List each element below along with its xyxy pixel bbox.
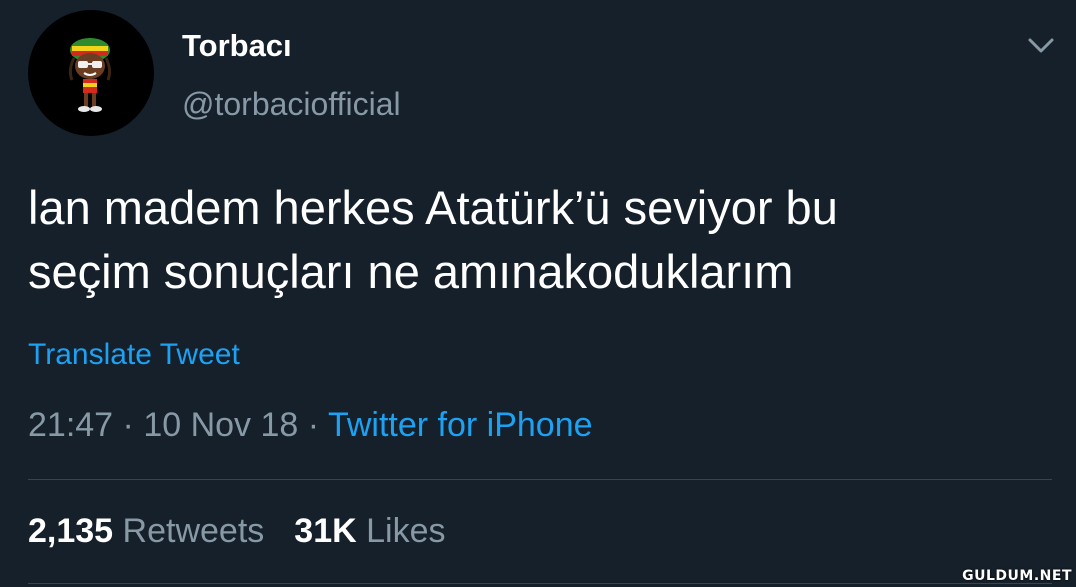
tweet-date[interactable]: 10 Nov 18 bbox=[143, 406, 298, 444]
rasta-character-avatar-icon bbox=[68, 38, 112, 112]
tweet-text-line: seçim sonuçları ne amınakoduklarım bbox=[28, 245, 794, 298]
profile-name[interactable]: Torbacı bbox=[182, 28, 292, 64]
tweet-meta: 21:47 · 10 Nov 18 · Twitter for iPhone bbox=[28, 406, 593, 445]
tweet-text: lan madem herkes Atatürk’ü seviyor bu se… bbox=[28, 176, 1058, 304]
retweets-label: Retweets bbox=[122, 512, 265, 550]
retweets-count: 2,135 bbox=[28, 512, 114, 550]
chevron-down-icon[interactable] bbox=[1024, 28, 1058, 62]
translate-tweet-link[interactable]: Translate Tweet bbox=[28, 338, 240, 372]
tweet-source-link[interactable]: Twitter for iPhone bbox=[328, 406, 593, 444]
separator: · bbox=[307, 406, 320, 444]
likes-stat[interactable]: 31K Likes bbox=[294, 512, 445, 550]
tweet-stats: 2,135 Retweets 31K Likes bbox=[28, 512, 445, 551]
tweet-text-line: lan madem herkes Atatürk’ü seviyor bu bbox=[28, 181, 838, 234]
profile-handle[interactable]: @torbaciofficial bbox=[182, 86, 401, 123]
separator: · bbox=[122, 406, 134, 444]
likes-count: 31K bbox=[294, 512, 357, 550]
watermark: GULDUM.NET bbox=[962, 568, 1072, 584]
avatar[interactable] bbox=[28, 10, 154, 136]
likes-label: Likes bbox=[366, 512, 446, 550]
retweets-stat[interactable]: 2,135 Retweets bbox=[28, 512, 264, 550]
tweet-time[interactable]: 21:47 bbox=[28, 406, 113, 444]
divider bbox=[28, 479, 1052, 480]
divider bbox=[28, 583, 1052, 584]
